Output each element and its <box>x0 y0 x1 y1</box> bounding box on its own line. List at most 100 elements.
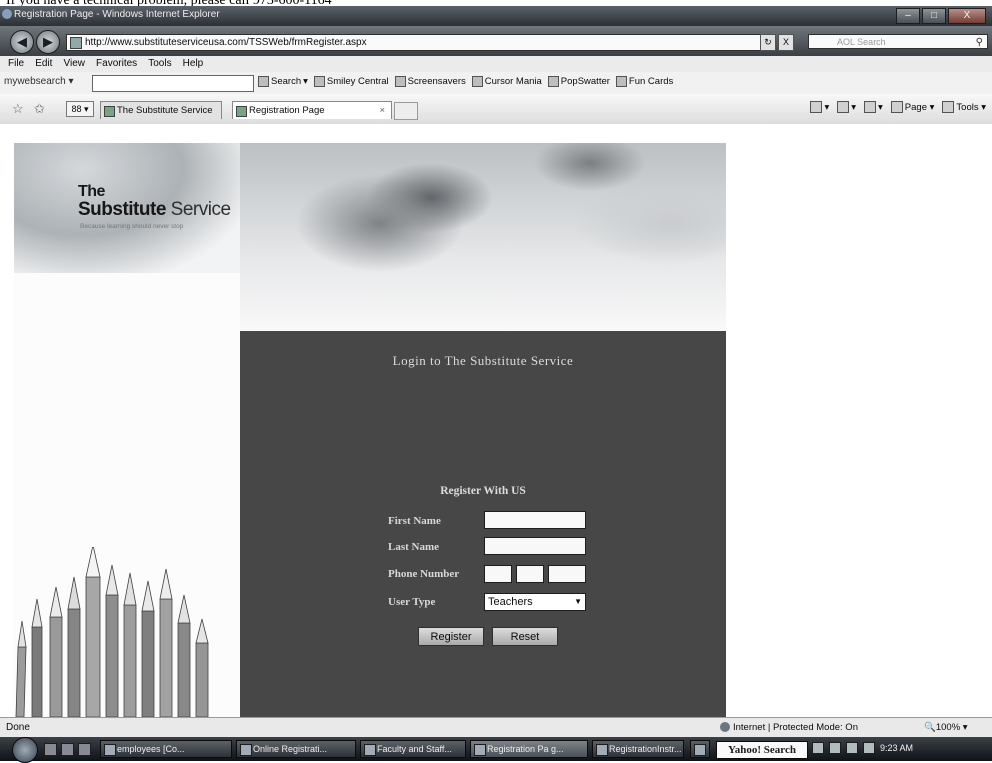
register-heading: Register With US <box>440 485 526 497</box>
first-name-label: First Name <box>388 515 441 527</box>
feeds-button[interactable]: ▾ <box>837 101 856 113</box>
close-tab-icon[interactable]: × <box>379 102 385 120</box>
tools-menu-button[interactable]: Tools ▾ <box>942 101 986 113</box>
fun-cards-icon <box>615 76 627 87</box>
document-icon <box>240 744 252 756</box>
taskbar-online-registration[interactable]: Online Registrati... <box>236 740 356 758</box>
phone-number-label: Phone Number <box>388 568 460 580</box>
shield-icon[interactable] <box>863 742 875 754</box>
clock[interactable]: 9:23 AM <box>880 743 913 753</box>
taskbar-media[interactable] <box>690 740 710 758</box>
close-button[interactable]: X <box>948 8 986 24</box>
last-name-label: Last Name <box>388 541 440 553</box>
taskbar-registration-instructions[interactable]: RegistrationInstr... <box>592 740 684 758</box>
pencils-illustration <box>15 547 209 717</box>
maximize-button[interactable]: □ <box>922 8 946 24</box>
stop-button[interactable]: X <box>778 34 794 51</box>
network-icon[interactable] <box>829 742 841 754</box>
user-type-value: Teachers <box>488 596 533 608</box>
page-menu-button[interactable]: Page ▾ <box>890 101 934 113</box>
taskbar-registration-page[interactable]: Registration Pa g... <box>470 740 588 758</box>
show-desktop-icon[interactable] <box>44 743 57 756</box>
quick-launch <box>44 743 91 756</box>
ie-icon <box>474 744 486 756</box>
logo-tagline: Because learning should never stop <box>80 223 184 230</box>
refresh-button[interactable]: ↻ <box>760 34 776 51</box>
search-icon[interactable]: ⚲ <box>976 35 983 50</box>
smiley-central-link[interactable]: Smiley Central <box>313 76 389 87</box>
status-bar: Done Internet | Protected Mode: On 🔍100%… <box>0 717 992 738</box>
page-content: The Substitute Service Because learning … <box>0 124 992 717</box>
tab-row: ☆ ✩ 88 ▾ The Substitute Service Registra… <box>0 94 992 125</box>
back-button[interactable]: ◀ <box>10 30 34 54</box>
fun-cards-link[interactable]: Fun Cards <box>615 76 673 87</box>
phone-prefix-input[interactable] <box>516 565 544 583</box>
yahoo-search-box[interactable]: Yahoo! Search <box>716 741 808 759</box>
smiley-icon <box>313 76 325 87</box>
toolbar-search-button[interactable]: Search ▾ <box>258 76 308 87</box>
page-icon <box>236 106 247 117</box>
screensavers-link[interactable]: Screensavers <box>394 76 466 87</box>
quick-tabs-button[interactable]: 88 ▾ <box>66 101 94 117</box>
security-zone[interactable]: Internet | Protected Mode: On <box>720 722 858 733</box>
menu-tools[interactable]: Tools <box>148 56 171 72</box>
search-icon[interactable] <box>812 742 824 754</box>
ie-icon <box>2 9 12 19</box>
popswatter-icon <box>547 76 559 87</box>
mywebsearch-toolbar: mywebsearch ▾ Search ▾ Smiley Central Sc… <box>0 72 992 95</box>
popswatter-link[interactable]: PopSwatter <box>547 76 610 87</box>
cursor-icon <box>471 76 483 87</box>
login-heading: Login to The Substitute Service <box>392 353 574 368</box>
register-button[interactable]: Register <box>418 627 484 646</box>
print-icon <box>864 101 877 113</box>
page-icon <box>70 37 82 49</box>
command-bar: ▾ ▾ ▾ Page ▾ Tools ▾ <box>810 101 986 113</box>
add-favorites-icon[interactable]: ✩ <box>34 101 45 117</box>
start-button[interactable] <box>12 737 38 763</box>
aol-search-input[interactable]: AOL Search ⚲ <box>808 34 988 49</box>
url-text: http://www.substituteserviceusa.com/TSSW… <box>85 37 367 48</box>
new-tab-button[interactable] <box>394 102 418 120</box>
home-button[interactable]: ▾ <box>810 101 829 113</box>
menu-favorites[interactable]: Favorites <box>96 56 137 72</box>
login-panel: Login to The Substitute Service Register… <box>240 143 726 717</box>
first-name-input[interactable] <box>484 511 586 529</box>
window-title-bar: Registration Page - Windows Internet Exp… <box>0 6 992 26</box>
toolbar-search-input[interactable] <box>92 75 254 92</box>
tab-substitute-service[interactable]: The Substitute Service <box>100 101 222 119</box>
toolbar-brand[interactable]: mywebsearch ▾ <box>4 76 74 87</box>
print-button[interactable]: ▾ <box>864 101 883 113</box>
window-controls: – □ X <box>896 8 986 24</box>
phone-line-number-input[interactable] <box>548 565 586 583</box>
menu-edit[interactable]: Edit <box>35 56 52 72</box>
window-title: Registration Page - Windows Internet Exp… <box>14 9 220 20</box>
screensaver-icon <box>394 76 406 87</box>
minimize-button[interactable]: – <box>896 8 920 24</box>
user-type-select[interactable]: Teachers ▼ <box>484 593 586 611</box>
reset-button[interactable]: Reset <box>492 627 558 646</box>
address-field[interactable]: http://www.substituteserviceusa.com/TSSW… <box>66 34 776 51</box>
search-placeholder: AOL Search <box>837 37 886 47</box>
menu-help[interactable]: Help <box>183 56 204 72</box>
zoom-level[interactable]: 🔍100% ▾ <box>924 722 968 733</box>
phone-area-code-input[interactable] <box>484 565 512 583</box>
menu-file[interactable]: File <box>8 56 24 72</box>
user-type-label: User Type <box>388 596 436 608</box>
last-name-input[interactable] <box>484 537 586 555</box>
home-icon <box>810 101 823 113</box>
forward-button[interactable]: ▶ <box>36 30 60 54</box>
feeds-icon <box>837 101 850 113</box>
cursor-mania-link[interactable]: Cursor Mania <box>471 76 542 87</box>
left-branding-column: The Substitute Service Because learning … <box>14 143 240 717</box>
switch-windows-icon[interactable] <box>61 743 74 756</box>
system-tray: 9:23 AM <box>812 742 913 754</box>
menu-view[interactable]: View <box>63 56 85 72</box>
address-buttons: ↻ X <box>760 34 794 51</box>
taskbar-employees[interactable]: employees [Co... <box>100 740 232 758</box>
tab-registration-page[interactable]: Registration Page × <box>232 101 392 119</box>
favorites-star-icon[interactable]: ☆ <box>12 101 24 117</box>
taskbar-faculty-staff[interactable]: Faculty and Staff... <box>360 740 466 758</box>
cloud-banner-image <box>240 143 726 331</box>
volume-icon[interactable] <box>846 742 858 754</box>
ie-icon[interactable] <box>78 743 91 756</box>
